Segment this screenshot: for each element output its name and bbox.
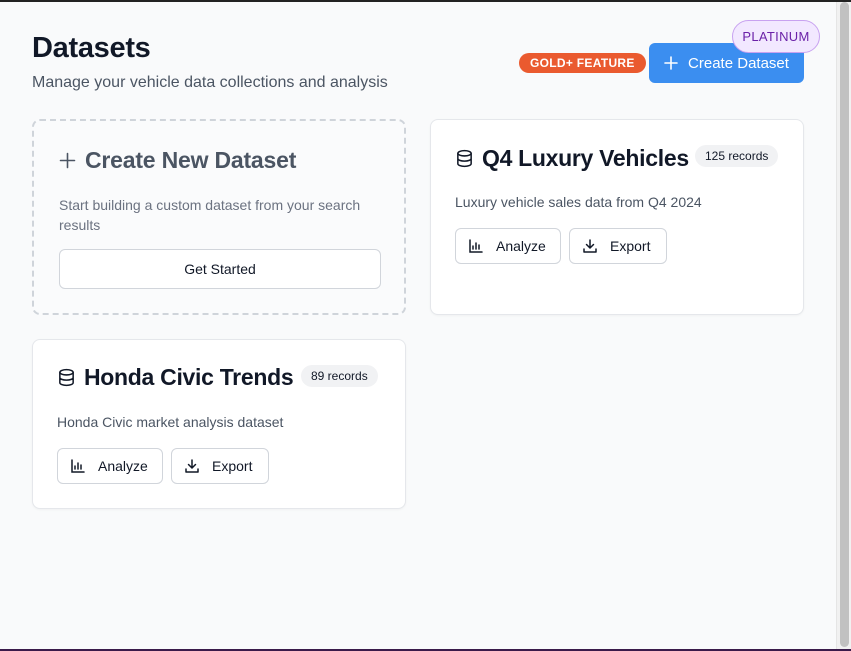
database-icon [59,368,74,387]
create-dataset-label: Create Dataset [688,54,789,72]
analyze-label: Analyze [496,238,546,254]
plus-icon [664,56,678,70]
records-badge: 125 records [695,145,779,167]
analyze-label: Analyze [98,458,148,474]
bar-chart-icon [71,459,85,473]
export-button[interactable]: Export [569,228,667,264]
dataset-title: Honda Civic Trends [84,364,294,390]
analyze-button[interactable]: Analyze [455,228,561,264]
analyze-button[interactable]: Analyze [57,448,163,484]
dataset-card: Honda Civic Trends 89 records Honda Civi… [32,339,406,509]
download-icon [583,239,597,253]
create-new-dataset-heading: Create New Dataset [59,147,296,174]
scrollbar-thumb[interactable] [840,2,849,647]
dataset-heading: Honda Civic Trends [57,364,294,391]
create-new-dataset-title: Create New Dataset [85,147,297,173]
create-new-dataset-description: Start building a custom dataset from you… [59,197,361,233]
gold-feature-badge: GOLD+ FEATURE [519,53,646,73]
download-icon [185,459,199,473]
database-icon [457,149,472,168]
page-subtitle: Manage your vehicle data collections and… [32,74,388,91]
vertical-scrollbar[interactable] [836,2,851,649]
get-started-button[interactable]: Get Started [59,249,381,289]
export-label: Export [610,238,651,254]
export-button[interactable]: Export [171,448,269,484]
bar-chart-icon [469,239,483,253]
page-title: Datasets [32,32,151,64]
platinum-tier-badge: PLATINUM [732,20,820,53]
records-badge: 89 records [301,365,378,387]
plus-icon [59,152,76,169]
export-label: Export [212,458,253,474]
dataset-heading: Q4 Luxury Vehicles [455,145,689,172]
dataset-card: Q4 Luxury Vehicles 125 records Luxury ve… [430,119,804,315]
dataset-title: Q4 Luxury Vehicles [482,145,689,171]
create-new-dataset-card[interactable]: Create New Dataset Start building a cust… [32,119,406,315]
main-content: Datasets Manage your vehicle data collec… [0,2,836,649]
dataset-description: Honda Civic market analysis dataset [57,414,284,430]
dataset-description: Luxury vehicle sales data from Q4 2024 [455,194,702,210]
